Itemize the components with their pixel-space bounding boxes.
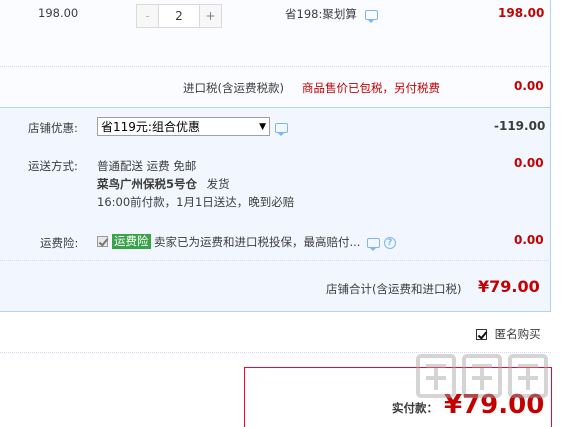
shop-discount-select[interactable]: 省119元:组合优惠 ▼ bbox=[97, 117, 270, 136]
dropdown-arrow-icon: ▼ bbox=[259, 121, 266, 132]
divider bbox=[0, 66, 551, 67]
anonymous-purchase[interactable]: 匿名购买 bbox=[476, 326, 541, 342]
quantity-decrease-button[interactable]: - bbox=[137, 5, 159, 27]
insurance-checkbox[interactable] bbox=[97, 236, 108, 247]
insurance-text: 卖家已为运费和进口税投保，最高赔付... bbox=[154, 235, 361, 249]
message-bubble-icon[interactable] bbox=[275, 122, 288, 136]
shop-subtotal-label: 店铺合计(含运费和进口税) bbox=[326, 282, 462, 296]
delivery-eta: 16:00前付款，1月1日送达，晚到必赔 bbox=[97, 195, 295, 209]
line-total: 198.00 bbox=[498, 6, 545, 20]
shipping-origin: 菜鸟广州保税5号仓 发货 bbox=[97, 176, 230, 192]
help-icon[interactable]: ? bbox=[383, 236, 396, 249]
unit-price: 198.00 bbox=[38, 6, 79, 20]
promo-label: 省198:聚划算 bbox=[285, 7, 357, 21]
divider bbox=[0, 260, 551, 261]
insurance-amount: 0.00 bbox=[514, 233, 544, 247]
insurance-tag: 运费险 bbox=[112, 234, 151, 249]
shop-discount-amount: -119.00 bbox=[494, 119, 546, 133]
quantity-stepper[interactable]: - + bbox=[136, 4, 222, 28]
promo-text: 省198:聚划算 bbox=[285, 6, 379, 23]
shipping-method: 普通配送 运费 免邮 bbox=[97, 159, 197, 173]
message-bubble-icon[interactable] bbox=[367, 237, 381, 251]
insurance-checkbox-wrap[interactable] bbox=[97, 234, 108, 248]
anonymous-label: 匿名购买 bbox=[494, 327, 541, 341]
tax-included-note: 商品售价已包税，另付税费 bbox=[302, 81, 440, 95]
quantity-input[interactable] bbox=[159, 5, 199, 27]
shipping-label: 运送方式: bbox=[28, 159, 78, 173]
import-tax-label: 进口税(含运费税款) bbox=[183, 81, 284, 95]
insurance-label: 运费险: bbox=[40, 236, 79, 250]
ship-action: 发货 bbox=[206, 177, 230, 191]
shop-subtotal-amount: ¥79.00 bbox=[478, 277, 540, 296]
warehouse-name: 菜鸟广州保税5号仓 bbox=[97, 177, 198, 191]
message-bubble-icon[interactable] bbox=[365, 9, 379, 23]
shop-discount-label: 店铺优惠: bbox=[28, 121, 78, 135]
quantity-increase-button[interactable]: + bbox=[199, 5, 221, 27]
import-tax-amount: 0.00 bbox=[514, 79, 544, 93]
insurance-description: 卖家已为运费和进口税投保，最高赔付... ? bbox=[154, 234, 396, 251]
discount-info bbox=[275, 120, 288, 136]
anonymous-checkbox[interactable] bbox=[476, 329, 487, 340]
shipping-amount: 0.00 bbox=[514, 156, 544, 170]
watermark-logo bbox=[412, 348, 562, 418]
shop-discount-selected: 省119元:组合优惠 bbox=[101, 120, 200, 134]
